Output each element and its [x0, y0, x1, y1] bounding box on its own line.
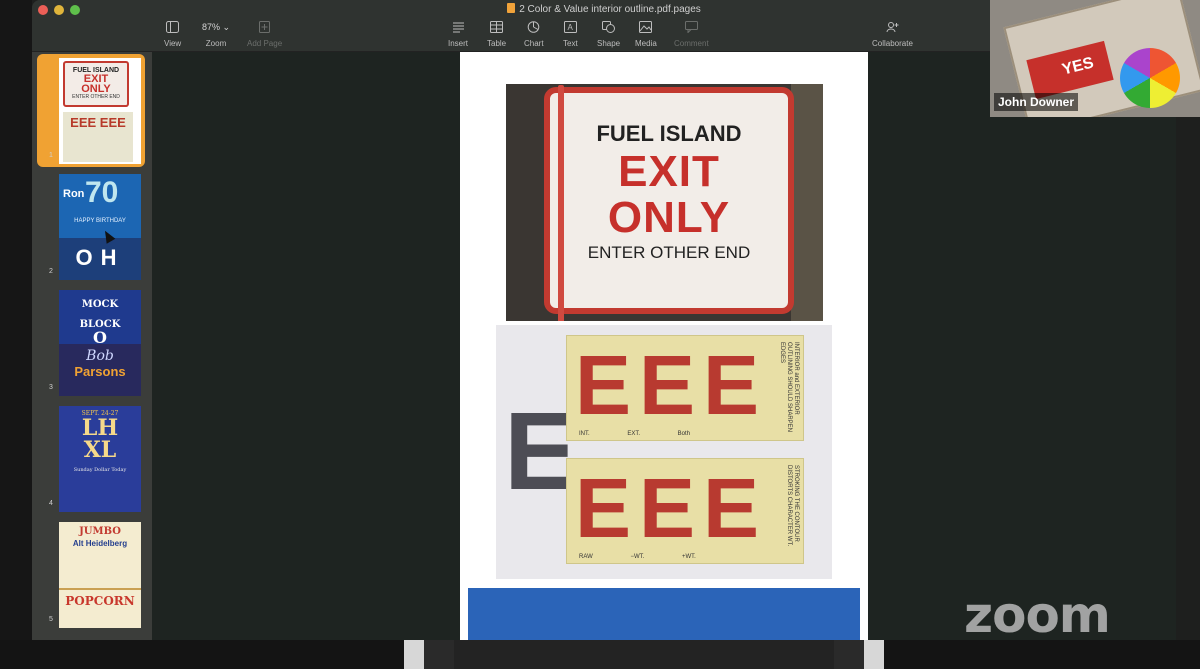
comment-button[interactable]: Comment: [674, 20, 709, 48]
thumb-mock-block-image: MOCK BLOCK O: [59, 290, 141, 346]
view-button[interactable]: View: [164, 20, 181, 48]
collaborate-icon: [886, 22, 899, 33]
text-box-icon: A: [563, 21, 577, 33]
shape-button[interactable]: Shape: [597, 20, 620, 48]
page-number: 5: [49, 616, 53, 623]
outline-samples-photo[interactable]: E EEE INTERIOR and EXTERIOR OUTLINING SH…: [496, 325, 832, 579]
svg-text:A: A: [567, 23, 573, 32]
table-icon: [490, 21, 504, 33]
desktop-edge: [0, 0, 32, 669]
screen-share: 2 Color & Value interior outline.pdf.pag…: [0, 0, 1200, 669]
participant-name: John Downer: [994, 93, 1079, 111]
sign-pole: [558, 85, 564, 321]
thumb-popcorn-image: POPCORN: [59, 588, 141, 628]
add-page-button[interactable]: Add Page: [247, 20, 282, 48]
table-button[interactable]: Table: [487, 20, 506, 48]
thumb-birthday-image: Ron 70 HAPPY BIRTHDAY: [59, 174, 141, 238]
thumb-parsons-image: Bob Parsons: [59, 344, 141, 396]
comment-icon: [684, 21, 698, 33]
color-wheel-object: [1120, 48, 1180, 108]
page-number: 1: [49, 152, 53, 159]
page-thumbnail-2[interactable]: Ron 70 HAPPY BIRTHDAY OH 2: [37, 170, 145, 283]
desktop-bottom: [0, 640, 1200, 669]
sign-board: FUEL ISLAND EXIT ONLY ENTER OTHER END: [544, 85, 794, 321]
exit-only-sign-photo[interactable]: FUEL ISLAND EXIT ONLY ENTER OTHER END: [506, 84, 823, 321]
page-thumbnail-4[interactable]: SEPT. 24-27 LH XL Sunday Dollar Today 4: [37, 402, 145, 515]
zoom-value: 87%: [202, 22, 221, 32]
chart-icon: [527, 21, 540, 33]
thumb-sign-image: FUEL ISLAND EXIT ONLY ENTER OTHER END: [63, 61, 129, 107]
insert-icon: [452, 22, 464, 33]
insert-button[interactable]: Insert: [448, 20, 468, 48]
sidebar-icon: [166, 21, 180, 33]
page-thumbnail-3[interactable]: MOCK BLOCK O Bob Parsons 3: [37, 286, 145, 399]
page-number: 2: [49, 268, 53, 275]
document-page[interactable]: FUEL ISLAND EXIT ONLY ENTER OTHER END E …: [460, 52, 868, 640]
zoom-logo: zoom: [964, 586, 1111, 644]
chevron-down-icon: ⌄: [220, 21, 231, 32]
outline-card-1: EEE INTERIOR and EXTERIOR OUTLINING SHOU…: [566, 335, 804, 441]
zoom-menu[interactable]: 87% ⌄ Zoom: [202, 20, 231, 49]
page-number: 4: [49, 500, 53, 507]
page-thumbnails-sidebar: FUEL ISLAND EXIT ONLY ENTER OTHER END EE…: [32, 52, 152, 640]
background-window-peek: [404, 640, 884, 669]
page-number: 3: [49, 384, 53, 391]
outline-card-2: EEE STROKING THE CONTOUR DISTORTS CHARAC…: [566, 458, 804, 564]
media-button[interactable]: Media: [635, 20, 657, 48]
participant-video[interactable]: YES John Downer: [990, 0, 1200, 117]
page-thumbnail-5[interactable]: JUMBO Alt Heidelberg POPCORN 5: [37, 518, 145, 631]
collaborate-button[interactable]: Collaborate: [872, 20, 913, 48]
thumb-letters-image: EEE EEE: [63, 112, 133, 162]
thumb-oh-image: OH: [59, 238, 141, 280]
document-canvas[interactable]: FUEL ISLAND EXIT ONLY ENTER OTHER END E …: [152, 52, 1176, 640]
add-page-icon: [259, 21, 271, 33]
media-icon: [639, 21, 653, 33]
thumb-lhxl-image: SEPT. 24-27 LH XL Sunday Dollar Today: [59, 406, 141, 512]
page-thumbnail-1[interactable]: FUEL ISLAND EXIT ONLY ENTER OTHER END EE…: [37, 54, 145, 167]
blue-sign-photo[interactable]: [468, 588, 860, 640]
shape-icon: [602, 21, 616, 33]
text-button[interactable]: A Text: [563, 20, 578, 48]
pages-document-icon: [507, 3, 516, 13]
thumb-jumbo-image: JUMBO Alt Heidelberg: [59, 522, 141, 588]
chart-button[interactable]: Chart: [524, 20, 544, 48]
